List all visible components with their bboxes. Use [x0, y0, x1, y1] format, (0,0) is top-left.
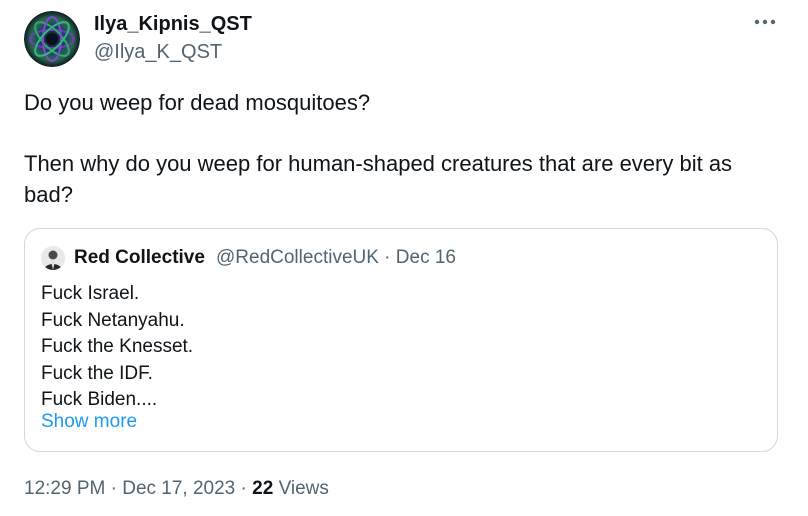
- author-handle[interactable]: @Ilya_K_QST: [94, 41, 222, 64]
- views-label: Views: [278, 478, 329, 499]
- show-more-link[interactable]: Show more: [41, 411, 137, 433]
- quoted-tweet-line: Fuck Israel.: [41, 283, 140, 304]
- more-horizontal-icon[interactable]: [750, 12, 780, 32]
- tweet-time[interactable]: 12:29 PM: [24, 478, 105, 499]
- tweet: Ilya_Kipnis_QST @Ilya_K_QST Do you weep …: [0, 0, 808, 516]
- quoted-author-avatar: [41, 246, 65, 270]
- quoted-author-meta: @RedCollectiveUK · Dec 16: [216, 247, 456, 268]
- tweet-meta: 12:29 PM · Dec 17, 2023 · 22 Views: [24, 478, 329, 499]
- quoted-tweet-text: Fuck Israel. Fuck Netanyahu. Fuck the Kn…: [41, 281, 193, 414]
- quoted-tweet-line: Fuck Netanyahu.: [41, 309, 185, 331]
- quoted-tweet-card[interactable]: Red Collective @RedCollectiveUK · Dec 16…: [24, 228, 778, 452]
- quoted-tweet-line: Fuck the IDF.: [41, 362, 153, 384]
- quoted-tweet-date: Dec 16: [395, 247, 456, 268]
- views-count: 22: [252, 478, 274, 499]
- quoted-author-handle: @RedCollectiveUK: [216, 247, 379, 268]
- author-name[interactable]: Ilya_Kipnis_QST: [94, 13, 252, 36]
- quoted-tweet-line: Fuck the Knesset.: [41, 336, 194, 357]
- author-avatar[interactable]: [24, 11, 80, 67]
- quoted-tweet-line: Fuck Biden....: [41, 389, 158, 410]
- tweet-text-paragraph: Then why do you weep for human-shaped cr…: [24, 151, 733, 207]
- tweet-date[interactable]: Dec 17, 2023: [122, 478, 235, 499]
- tweet-text-paragraph: Do you weep for dead mosquitoes?: [24, 90, 371, 115]
- quoted-author-name: Red Collective: [74, 247, 205, 268]
